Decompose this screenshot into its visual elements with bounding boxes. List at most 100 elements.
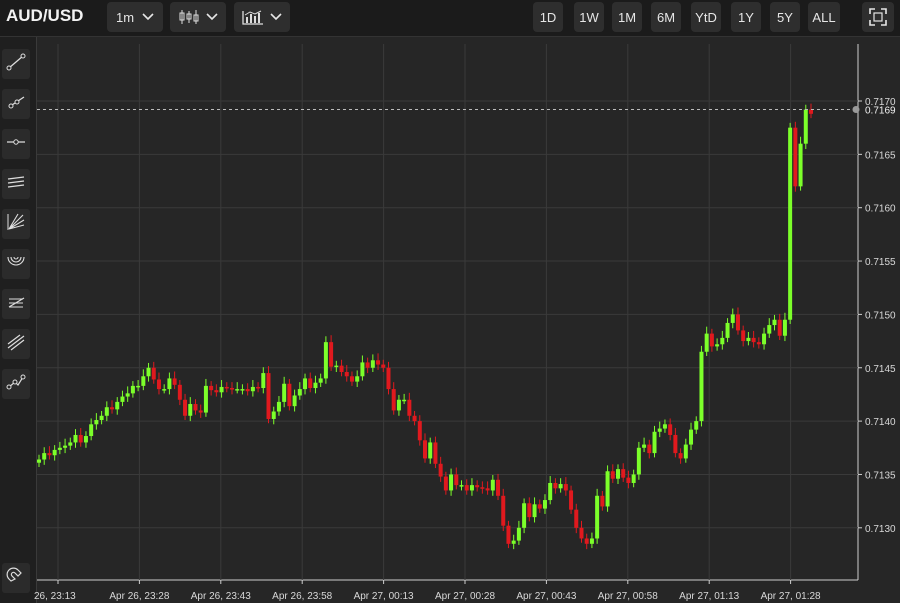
candle-body [537, 504, 542, 509]
candle [266, 366, 271, 424]
x-tick-label: Apr 27, 00:43 [516, 591, 576, 602]
x-tick-label: Apr 27, 01:13 [679, 591, 739, 602]
candle-body [741, 330, 746, 342]
candle-body [522, 503, 527, 528]
candle [793, 121, 798, 192]
candle-body [485, 488, 490, 491]
candle-body [308, 378, 313, 389]
candle-body [396, 399, 401, 411]
candle-body [584, 538, 589, 544]
candle-body [276, 401, 281, 412]
candle [605, 465, 610, 512]
candle-body [104, 407, 109, 416]
candle-body [433, 442, 438, 464]
candle-body [57, 447, 62, 450]
candle-body [574, 509, 579, 528]
candle-body [407, 399, 412, 416]
candle-body [595, 495, 600, 539]
candle-body [788, 127, 793, 320]
candle-body [459, 485, 464, 487]
candle-body [83, 436, 88, 443]
candle-body [63, 445, 68, 448]
candle-body [47, 453, 52, 456]
candle-body [209, 385, 214, 391]
candle-body [803, 109, 808, 144]
candle-body [365, 362, 370, 368]
candle-body [699, 351, 704, 422]
candle-body [553, 482, 558, 489]
candle-body [256, 386, 261, 389]
last-price-label: 0.7169 [865, 106, 896, 117]
candle-body [423, 440, 427, 459]
candle-body [370, 360, 375, 368]
candle-body [402, 399, 407, 402]
candle-body [235, 389, 240, 391]
candle-body [720, 337, 725, 345]
candle-body [490, 479, 495, 491]
candle-body [193, 404, 198, 411]
candle-body [334, 365, 339, 368]
y-tick-label: 0.7160 [865, 204, 896, 215]
candle-body [777, 319, 782, 336]
candle-body [600, 495, 605, 507]
candle-body [746, 337, 751, 342]
candle-body [642, 444, 647, 448]
candle-body [224, 386, 229, 389]
candle-body [501, 495, 506, 526]
candle-body [287, 383, 292, 407]
candle-body [214, 390, 219, 393]
candle-body [496, 479, 501, 496]
candle-body [480, 487, 485, 489]
candle-body [355, 376, 360, 382]
candle-body [297, 389, 302, 396]
last-price-marker [852, 106, 860, 114]
candle-body [94, 420, 99, 425]
candle-body [668, 424, 673, 435]
candle-body [558, 484, 563, 489]
candle-body [245, 389, 250, 392]
candle-body [130, 385, 135, 394]
x-tick-label: 26, 23:13 [34, 591, 76, 602]
candle-body [386, 367, 391, 390]
candle [788, 122, 793, 325]
candle-body [120, 396, 125, 402]
candle-body [329, 342, 334, 367]
candle-body [167, 378, 172, 390]
candle-body [621, 469, 626, 478]
y-tick-label: 0.7140 [865, 417, 896, 428]
x-tick-label: Apr 26, 23:28 [109, 591, 169, 602]
candle-body [449, 474, 454, 491]
candle-body [198, 410, 203, 413]
candle-body [652, 431, 657, 454]
candle-body [579, 527, 584, 539]
candle-body [782, 319, 787, 336]
candle-body [136, 385, 141, 388]
price-chart[interactable]: 0.7130 0.7135 0.7140 0.7145 0.7150 0.7155 0.71… [0, 0, 900, 603]
candle-body [381, 364, 386, 368]
y-tick-label: 0.7135 [865, 470, 896, 481]
candle-body [349, 376, 354, 382]
candle-body [636, 447, 641, 475]
candle-body [532, 504, 537, 518]
candle-body [99, 415, 104, 421]
candle-body [344, 372, 349, 377]
x-tick-label: Apr 26, 23:58 [272, 591, 332, 602]
candle-body [250, 386, 255, 392]
candle-body [464, 485, 469, 491]
candle-body [172, 378, 177, 385]
chart-grid [37, 44, 859, 581]
candle-body [443, 476, 448, 491]
candle-body [475, 485, 480, 488]
candle-body [266, 373, 271, 419]
candle-body [438, 463, 443, 477]
y-tick-label: 0.7145 [865, 364, 896, 375]
candle-body [37, 459, 41, 463]
candle-body [527, 503, 532, 518]
x-tick-label: Apr 27, 00:58 [598, 591, 658, 602]
candle-body [678, 453, 683, 459]
candle-body [548, 482, 553, 501]
candle-body [454, 474, 459, 486]
candle-body [42, 453, 47, 460]
candle-body [115, 401, 120, 410]
candle-body [657, 428, 662, 432]
